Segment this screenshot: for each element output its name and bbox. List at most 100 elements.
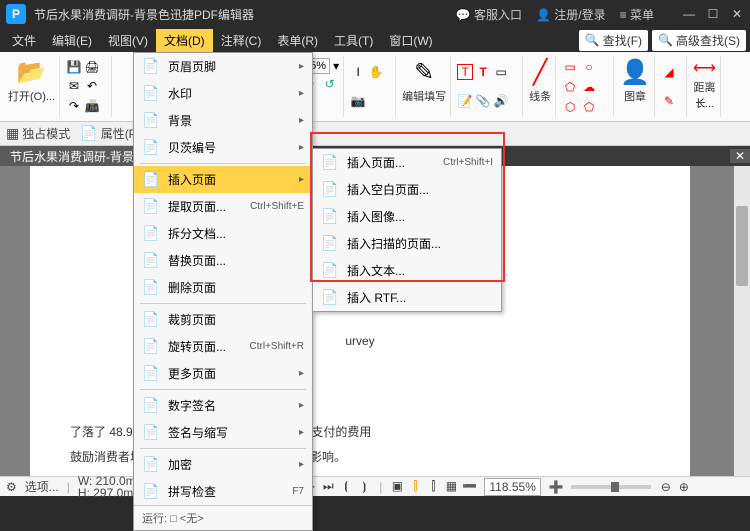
menuitem-贝茨编号[interactable]: 📄 贝茨编号 ▸ <box>134 134 312 161</box>
menuitem-裁剪页面[interactable]: 📄 裁剪页面 <box>134 306 312 333</box>
redo-icon[interactable]: ↷ <box>66 98 82 114</box>
submenuitem-插入空白页面...[interactable]: 📄 插入空白页面... <box>313 176 501 203</box>
polygon-icon[interactable]: ⬠ <box>562 79 578 95</box>
insert-page-submenu: 📄 插入页面... Ctrl+Shift+I📄 插入空白页面... 📄 插入图像… <box>312 148 502 312</box>
save-icon[interactable]: 💾 <box>66 59 82 75</box>
eraser-icon[interactable]: ◢ <box>661 64 677 80</box>
zoom-minus-icon[interactable]: ⊖ <box>659 480 673 494</box>
highlight-icon[interactable]: ▭ <box>493 64 509 80</box>
scan-icon[interactable]: 📠 <box>84 98 100 114</box>
note-icon[interactable]: 📝 <box>457 93 473 109</box>
menuitem-数字签名[interactable]: 📄 数字签名 ▸ <box>134 392 312 419</box>
nav-back-icon[interactable]: ⦗ <box>339 479 353 494</box>
star-icon[interactable]: ⬠ <box>581 99 597 115</box>
fit-page-icon[interactable]: ▣ <box>390 479 404 494</box>
cloud-icon[interactable]: ☁ <box>581 79 597 95</box>
menu-window[interactable]: 窗口(W) <box>381 29 440 52</box>
titlebar: P 节后水果消费调研-背景色迅捷PDF编辑器 💬 客服入口 👤 注册/登录 ≡ … <box>0 0 750 28</box>
submenuitem-插入文本...[interactable]: 📄 插入文本... <box>313 257 501 284</box>
zoom-value[interactable]: 118.55% <box>484 478 540 496</box>
zoom-out-icon[interactable]: ➖ <box>462 479 476 494</box>
open-button[interactable]: 📂 打开(O)... <box>8 58 55 104</box>
print-icon[interactable]: 🖨 <box>84 59 100 75</box>
page-add-icon: 📄 <box>321 262 339 279</box>
maximize-button[interactable]: ☐ <box>706 7 720 21</box>
main-menu[interactable]: ≡ 菜单 <box>620 6 654 23</box>
zoom-slider[interactable] <box>571 485 651 489</box>
pencil-icon: ✎ <box>414 58 434 87</box>
menuitem-提取页面...[interactable]: 📄 提取页面... Ctrl+Shift+E <box>134 193 312 220</box>
tab-close-button[interactable]: ✕ <box>730 149 750 163</box>
ruler-icon: ⟷ <box>693 58 716 78</box>
options-link[interactable]: 选项... <box>25 478 59 495</box>
distance-button[interactable]: ⟷ 距离 <box>693 58 716 95</box>
menuitem-替换页面...[interactable]: 📄 替换页面... <box>134 247 312 274</box>
close-button[interactable]: ✕ <box>730 7 744 21</box>
undo-icon[interactable]: ↶ <box>84 78 100 94</box>
text-icon[interactable]: T <box>475 64 491 80</box>
attach-icon[interactable]: 📎 <box>475 93 491 109</box>
vertical-scrollbar[interactable] <box>734 166 750 476</box>
menu-file[interactable]: 文件 <box>4 29 44 52</box>
dropdown-arrow-icon[interactable]: ▾ <box>333 59 339 73</box>
chevron-right-icon: ▸ <box>299 400 304 411</box>
menu-document[interactable]: 文档(D) <box>156 29 213 52</box>
textbox-icon[interactable]: T <box>457 64 473 80</box>
scroll-thumb[interactable] <box>736 206 748 286</box>
stamp-button[interactable]: 👤 图章 <box>620 58 650 104</box>
zoom-in-icon[interactable]: ➕ <box>549 480 563 494</box>
menu-form[interactable]: 表单(R) <box>269 29 326 52</box>
menuitem-水印[interactable]: 📄 水印 ▸ <box>134 80 312 107</box>
submenuitem-插入扫描的页面...[interactable]: 📄 插入扫描的页面... <box>313 230 501 257</box>
menu-tool[interactable]: 工具(T) <box>326 29 381 52</box>
login-link[interactable]: 👤 注册/登录 <box>536 6 606 23</box>
line-icon: ╱ <box>533 58 547 87</box>
zoom-knob[interactable] <box>611 482 619 492</box>
refresh-ccw-icon[interactable]: ↺ <box>322 76 338 92</box>
last-page-icon[interactable]: ⏭ <box>321 479 335 494</box>
edit-fill-button[interactable]: ✎ 编辑填写 <box>402 58 446 104</box>
doc-icon: 📄 <box>142 252 160 269</box>
text-select-icon[interactable]: I <box>350 64 366 80</box>
minimize-button[interactable]: — <box>682 7 696 21</box>
toolbar: 📂 打开(O)... 💾 🖨 ✉ ↶ ↷ 📠 55% ▾ ↻ ↺ I ✋ 📷 ✎… <box>0 52 750 122</box>
gear-icon[interactable]: ⚙ <box>6 480 17 494</box>
exclusive-mode-button[interactable]: ▦ 独占模式 <box>6 125 70 142</box>
adv-find-button[interactable]: 🔍高级查找(S) <box>652 30 746 51</box>
nav-fwd-icon[interactable]: ⦘ <box>357 479 371 494</box>
zoom-plus-icon[interactable]: ⊕ <box>677 480 691 494</box>
hexagon-icon[interactable]: ⬡ <box>562 99 578 115</box>
rect-icon[interactable]: ▭ <box>562 59 578 75</box>
menuitem-删除页面[interactable]: 📄 删除页面 <box>134 274 312 301</box>
sound-icon[interactable]: 🔊 <box>493 93 509 109</box>
submenuitem-插入 RTF...[interactable]: 📄 插入 RTF... <box>313 284 501 311</box>
lines-button[interactable]: ╱ 线条 <box>529 58 551 104</box>
marker-icon[interactable]: ✎ <box>661 93 677 109</box>
menuitem-拼写检查[interactable]: 📄 拼写检查 F7 <box>134 478 312 505</box>
hand-icon[interactable]: ✋ <box>368 64 384 80</box>
menu-view[interactable]: 视图(V) <box>100 29 156 52</box>
menuitem-签名与缩写[interactable]: 📄 签名与缩写 ▸ <box>134 419 312 446</box>
find-button[interactable]: 🔍查找(F) <box>579 30 648 51</box>
menuitem-加密[interactable]: 📄 加密 ▸ <box>134 451 312 478</box>
snapshot-icon[interactable]: 📷 <box>350 93 366 109</box>
menuitem-旋转页面...[interactable]: 📄 旋转页面... Ctrl+Shift+R <box>134 333 312 360</box>
submenuitem-插入页面...[interactable]: 📄 插入页面... Ctrl+Shift+I <box>313 149 501 176</box>
menuitem-更多页面[interactable]: 📄 更多页面 ▸ <box>134 360 312 387</box>
mail-icon[interactable]: ✉ <box>66 78 82 94</box>
menuitem-拆分文档...[interactable]: 📄 拆分文档... <box>134 220 312 247</box>
support-link[interactable]: 💬 客服入口 <box>456 6 522 23</box>
menu-edit[interactable]: 编辑(E) <box>44 29 100 52</box>
menuitem-插入页面[interactable]: 📄 插入页面 ▸ <box>134 166 312 193</box>
fit-height-icon[interactable]: ⫿ <box>426 479 440 494</box>
circle-icon[interactable]: ○ <box>581 59 597 75</box>
doc-icon: 📄 <box>142 424 160 441</box>
length-label[interactable]: 长... <box>695 95 713 110</box>
menuitem-背景[interactable]: 📄 背景 ▸ <box>134 107 312 134</box>
menu-comment[interactable]: 注释(C) <box>213 29 270 52</box>
actual-size-icon[interactable]: ▦ <box>444 479 458 494</box>
menuitem-页眉页脚[interactable]: 📄 页眉页脚 ▸ <box>134 53 312 80</box>
submenuitem-插入图像...[interactable]: 📄 插入图像... <box>313 203 501 230</box>
window-title: 节后水果消费调研-背景色迅捷PDF编辑器 <box>34 6 456 23</box>
fit-width-icon[interactable]: ⫿ <box>408 479 422 494</box>
